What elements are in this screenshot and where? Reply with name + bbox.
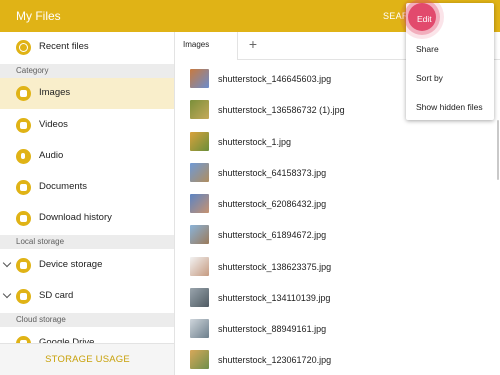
sidebar-item-device-storage[interactable]: Device storage [0,250,174,281]
image-thumbnail [190,163,209,182]
image-thumbnail [190,132,209,151]
storage-usage-button[interactable]: STORAGE USAGE [0,343,174,375]
menu-item-edit[interactable]: Edit [406,3,494,35]
file-name: shutterstock_1.jpg [218,137,292,147]
file-name: shutterstock_88949161.jpg [218,324,327,334]
app-title: My Files [16,9,61,23]
file-row[interactable]: shutterstock_88949161.jpg [176,315,500,346]
file-row[interactable]: shutterstock_64158373.jpg [176,159,500,190]
download-icon [16,211,31,226]
sidebar-item-images[interactable]: Images [0,78,174,109]
phone-icon [16,258,31,273]
image-thumbnail [190,194,209,213]
tab-images[interactable]: Images [176,32,238,60]
file-name: shutterstock_134110139.jpg [218,293,331,303]
sidebar-item-label: Videos [39,119,68,130]
file-name: shutterstock_123061720.jpg [218,355,332,365]
menu-item-share[interactable]: Share [406,35,494,64]
file-name: shutterstock_138623375.jpg [218,262,332,272]
overflow-menu: Edit Share Sort by Show hidden files [406,3,494,120]
section-header-cloud-storage: Cloud storage [0,313,174,327]
image-icon [16,86,31,101]
sidebar-item-audio[interactable]: Audio [0,141,174,172]
file-row[interactable]: shutterstock_138623375.jpg [176,253,500,284]
file-name: shutterstock_146645603.jpg [218,74,332,84]
menu-item-sort-by[interactable]: Sort by [406,64,494,93]
file-name: shutterstock_62086432.jpg [218,199,327,209]
chevron-down-icon[interactable] [2,258,12,268]
section-header-local-storage: Local storage [0,235,174,249]
sidebar-item-label: Documents [39,181,88,192]
file-row[interactable]: shutterstock_61894672.jpg [176,221,500,252]
video-icon [16,118,31,133]
file-row[interactable]: shutterstock_123061720.jpg [176,346,500,375]
menu-item-label: Edit [417,14,432,24]
add-tab-icon[interactable]: + [244,35,262,53]
sidebar-item-label: SD card [39,290,74,301]
storage-usage-label: STORAGE USAGE [45,354,130,365]
section-label: Local storage [16,237,65,246]
sidebar-item-videos[interactable]: Videos [0,110,174,141]
image-thumbnail [190,257,209,276]
file-row[interactable]: shutterstock_134110139.jpg [176,284,500,315]
menu-item-label: Sort by [416,73,443,83]
chevron-down-icon[interactable] [2,289,12,299]
section-header-category: Category [0,64,174,78]
file-name: shutterstock_61894672.jpg [218,230,327,240]
clock-icon [16,40,31,55]
tab-label: Images [183,40,210,49]
sidebar: Recent files Category Images Videos Audi… [0,32,175,375]
file-row[interactable]: shutterstock_1.jpg [176,128,500,159]
image-thumbnail [190,69,209,88]
sidebar-item-label: Download history [39,212,112,223]
sidebar-item-documents[interactable]: Documents [0,172,174,203]
image-thumbnail [190,225,209,244]
file-name: shutterstock_64158373.jpg [218,168,327,178]
file-name: shutterstock_136586732 (1).jpg [218,105,345,115]
sidebar-item-recent-files[interactable]: Recent files [0,32,174,63]
sidebar-item-label: Recent files [39,41,89,52]
menu-item-show-hidden-files[interactable]: Show hidden files [406,93,494,122]
image-thumbnail [190,288,209,307]
sidebar-item-label: Audio [39,150,64,161]
menu-item-label: Show hidden files [416,102,483,112]
music-note-icon [16,149,31,164]
file-row[interactable]: shutterstock_62086432.jpg [176,190,500,221]
image-thumbnail [190,350,209,369]
section-label: Cloud storage [16,315,66,324]
section-label: Category [16,66,49,75]
menu-item-label: Share [416,44,439,54]
document-icon [16,180,31,195]
sidebar-item-label: Images [39,87,71,98]
sidebar-item-download-history[interactable]: Download history [0,203,174,234]
scrollbar[interactable] [497,120,499,180]
image-thumbnail [190,100,209,119]
sidebar-item-label: Device storage [39,259,103,270]
sidebar-item-sd-card[interactable]: SD card [0,281,174,312]
sd-card-icon [16,289,31,304]
image-thumbnail [190,319,209,338]
